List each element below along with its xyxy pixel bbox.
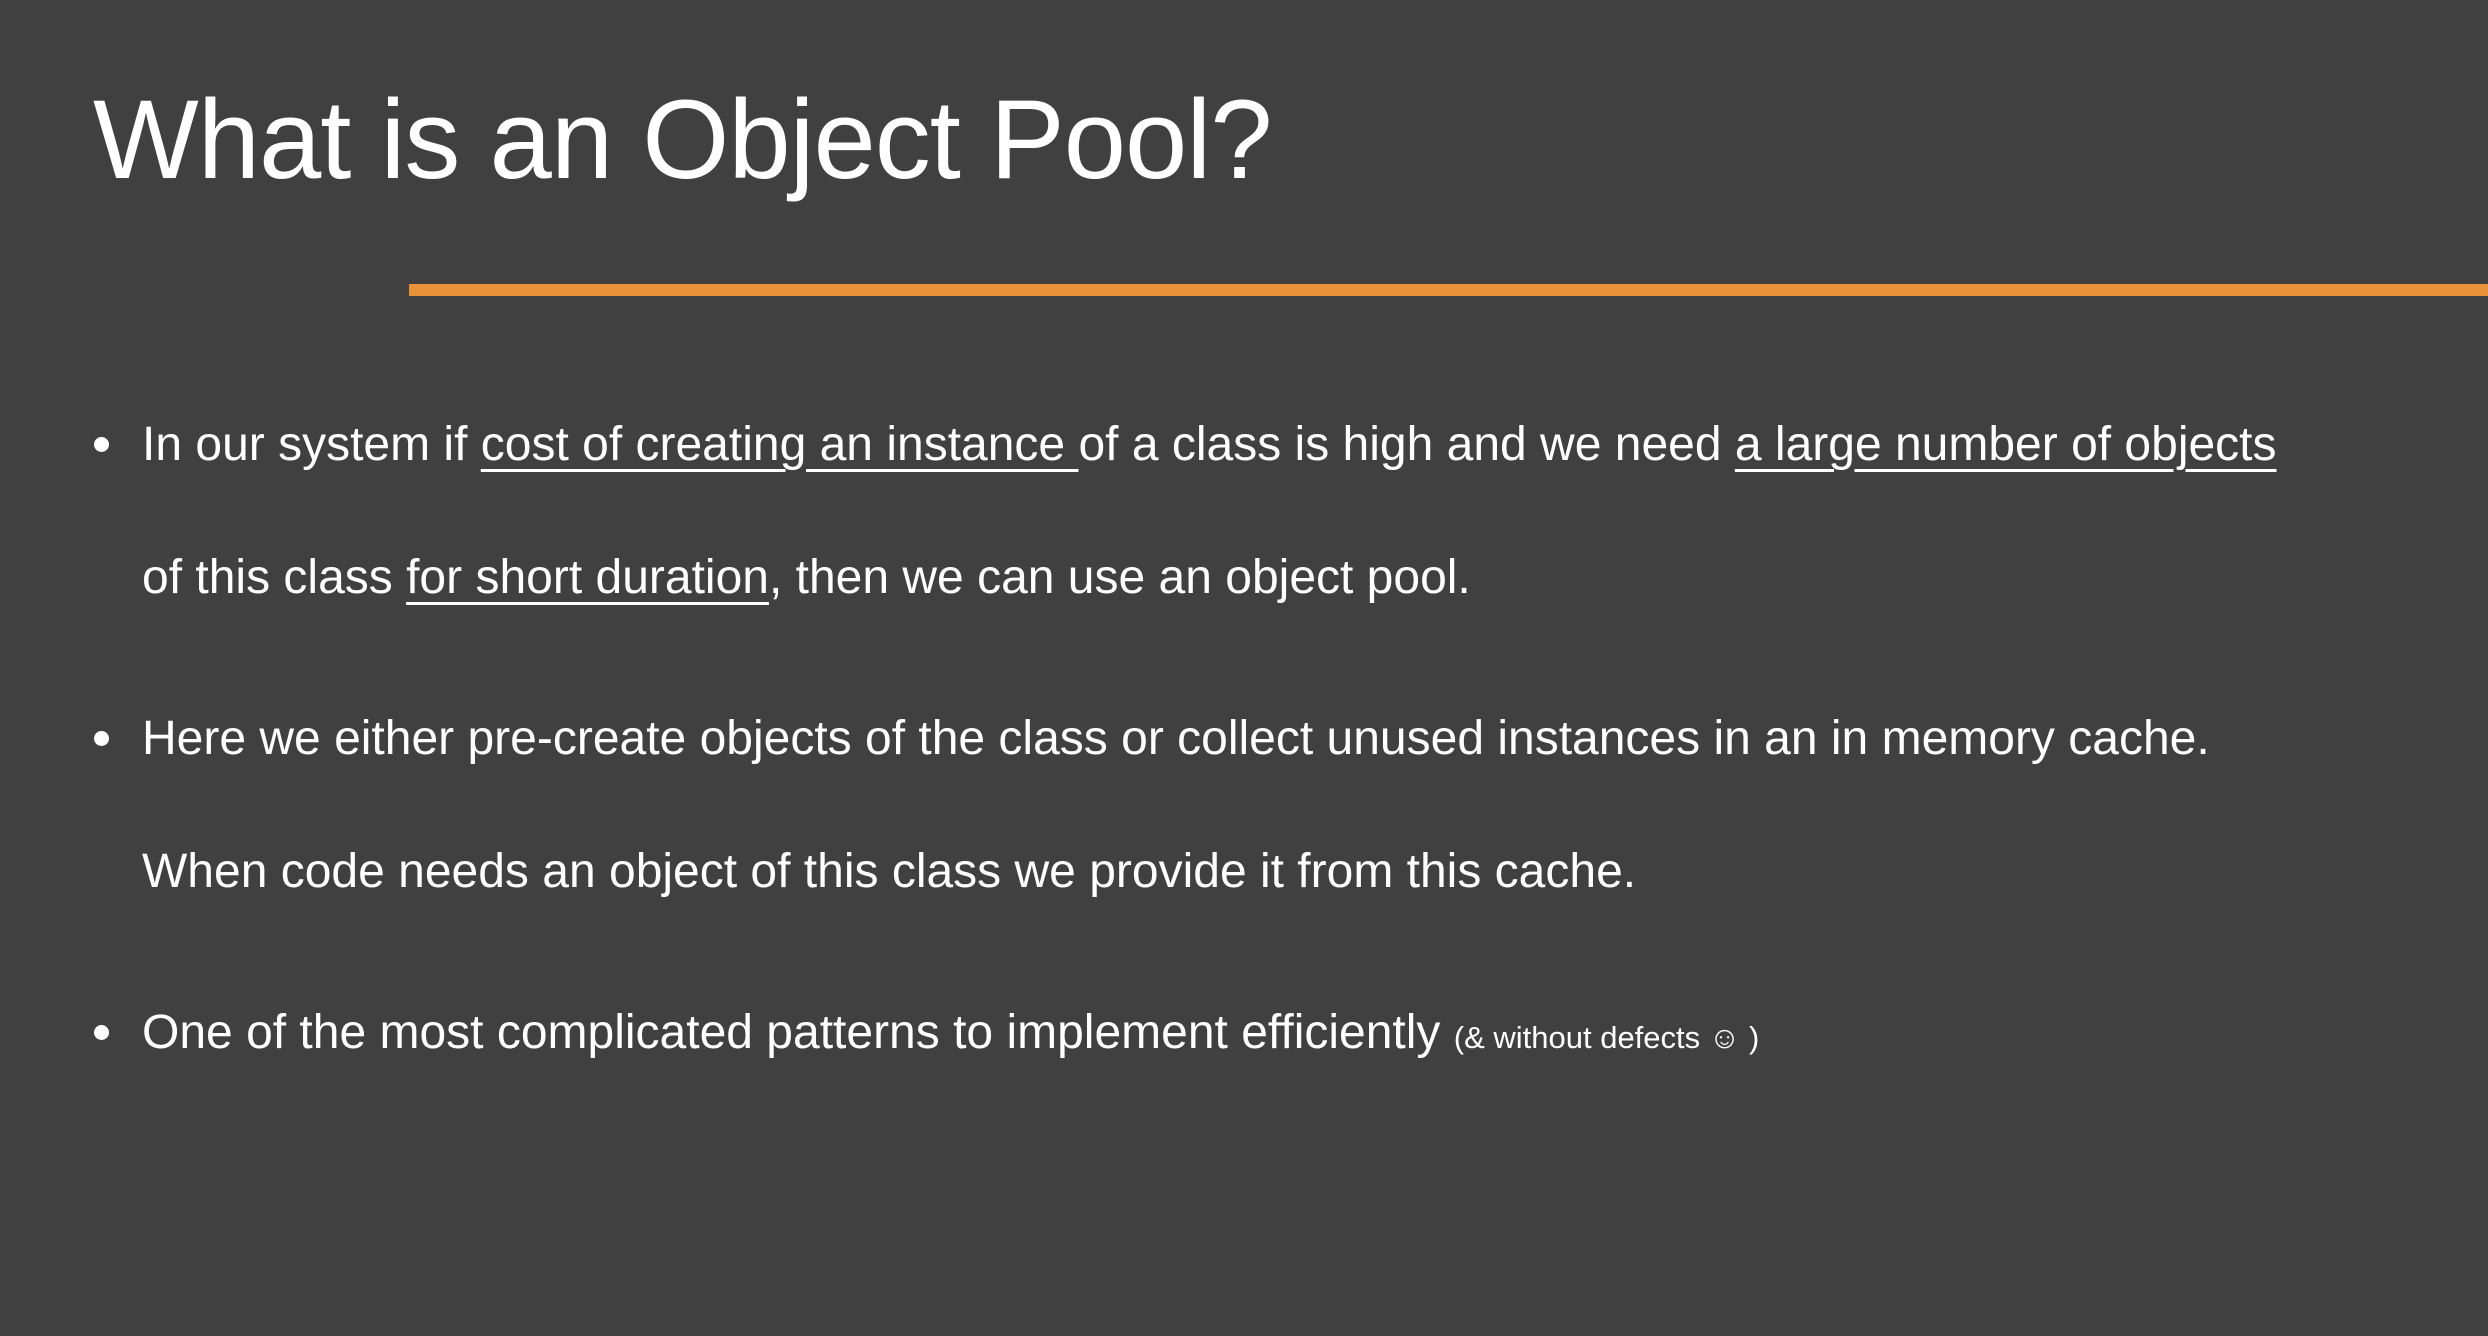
bullet-line: of this class for short duration, then w… [142, 511, 2450, 644]
bullet-list: In our system if cost of creating an ins… [90, 378, 2450, 1104]
bullet-text: , then we can use an object pool. [768, 551, 1471, 604]
bullet-item-object-pool-usage: In our system if cost of creating an ins… [90, 378, 2450, 644]
bullet-line: In our system if cost of creating an ins… [142, 378, 2450, 511]
underlined-phrase: for short duration [406, 551, 769, 604]
accent-rule [409, 284, 2488, 296]
bullet-text: One of the most complicated patterns to … [142, 1006, 1454, 1059]
bullet-text: In our system if [142, 418, 481, 471]
bullet-item-complexity-note: One of the most complicated patterns to … [90, 966, 2450, 1104]
bullet-marker-icon [90, 378, 112, 511]
bullet-item-cache-description: Here we either pre-create objects of the… [90, 672, 2450, 938]
underlined-phrase: a large number of objects [1734, 418, 2277, 471]
bullet-aside: (& without defects ☺ ) [1453, 1020, 1760, 1055]
slide: What is an Object Pool? In our system if… [0, 0, 2488, 1336]
bullet-text: of a class is high and we need [1078, 418, 1735, 471]
bullet-line: One of the most complicated patterns to … [142, 966, 2450, 1104]
bullet-line: Here we either pre-create objects of the… [142, 712, 2210, 765]
bullet-text: of this class [142, 551, 407, 604]
bullet-marker-icon [90, 966, 112, 1099]
slide-title: What is an Object Pool? [93, 77, 1272, 202]
underlined-phrase: cost of creating an instance [480, 418, 1079, 471]
bullet-line: When code needs an object of this class … [142, 845, 1637, 898]
bullet-marker-icon [90, 672, 112, 805]
